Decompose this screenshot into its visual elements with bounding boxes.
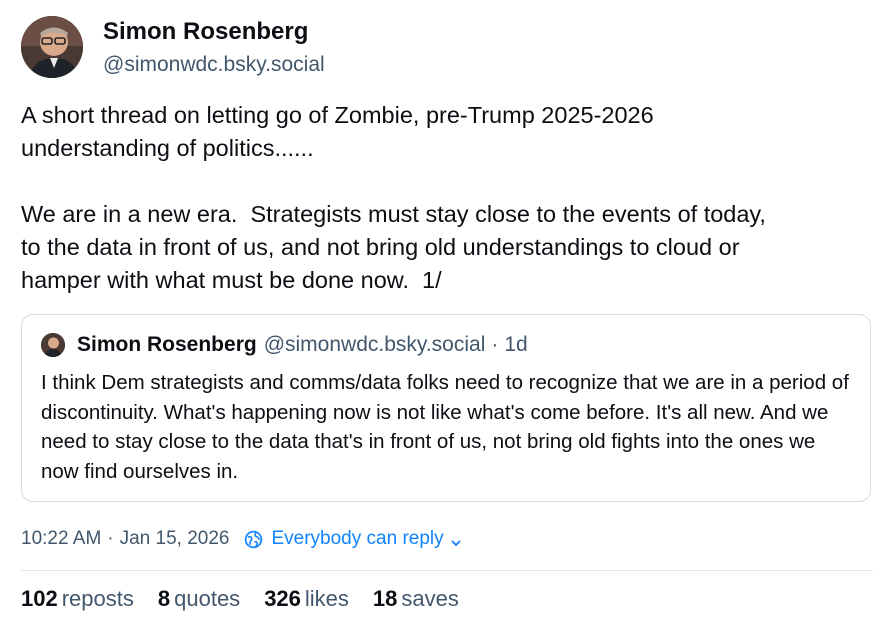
reposts-label: reposts xyxy=(61,586,134,611)
quoted-separator: · xyxy=(491,333,499,356)
post-meta: 10:22 AM · Jan 15, 2026 Everybody can re… xyxy=(21,526,462,552)
stats-divider xyxy=(21,570,873,571)
post-date: Jan 15, 2026 xyxy=(119,528,230,549)
saves-stat[interactable]: 18 saves xyxy=(373,586,459,612)
saves-count: 18 xyxy=(372,586,398,611)
quoted-post-card[interactable]: Simon Rosenberg @simonwdc.bsky.social · … xyxy=(21,314,871,502)
quoted-post-age: 1d xyxy=(504,333,528,356)
quoted-author-handle: @simonwdc.bsky.social xyxy=(263,333,486,356)
author-handle[interactable]: @simonwdc.bsky.social xyxy=(103,53,325,77)
reply-setting-button[interactable]: Everybody can reply xyxy=(244,528,461,550)
likes-label: likes xyxy=(304,586,349,611)
quotes-count: 8 xyxy=(157,586,171,611)
quoted-post-header: Simon Rosenberg @simonwdc.bsky.social · … xyxy=(41,333,528,357)
quoted-author-avatar[interactable] xyxy=(41,333,65,357)
quoted-author-name: Simon Rosenberg xyxy=(77,333,257,356)
author-avatar[interactable] xyxy=(21,16,83,78)
chevron-down-icon xyxy=(450,533,462,546)
likes-stat[interactable]: 326 likes xyxy=(264,586,349,612)
post-text: A short thread on letting go of Zombie, … xyxy=(21,102,766,293)
quotes-label: quotes xyxy=(174,586,241,611)
meta-separator: · xyxy=(107,528,114,549)
likes-count: 326 xyxy=(264,586,301,611)
reposts-count: 102 xyxy=(21,586,58,611)
globe-icon xyxy=(244,530,263,549)
reply-setting-label: Everybody can reply xyxy=(271,528,444,549)
reposts-stat[interactable]: 102 reposts xyxy=(21,586,134,612)
saves-label: saves xyxy=(401,586,459,611)
post-stats: 102 reposts 8 quotes 326 likes 18 saves xyxy=(21,586,483,612)
quotes-stat[interactable]: 8 quotes xyxy=(158,586,240,612)
post-time: 10:22 AM xyxy=(21,528,102,549)
author-name[interactable]: Simon Rosenberg xyxy=(103,18,308,46)
quoted-post-text: I think Dem strategists and comms/data f… xyxy=(41,371,849,483)
